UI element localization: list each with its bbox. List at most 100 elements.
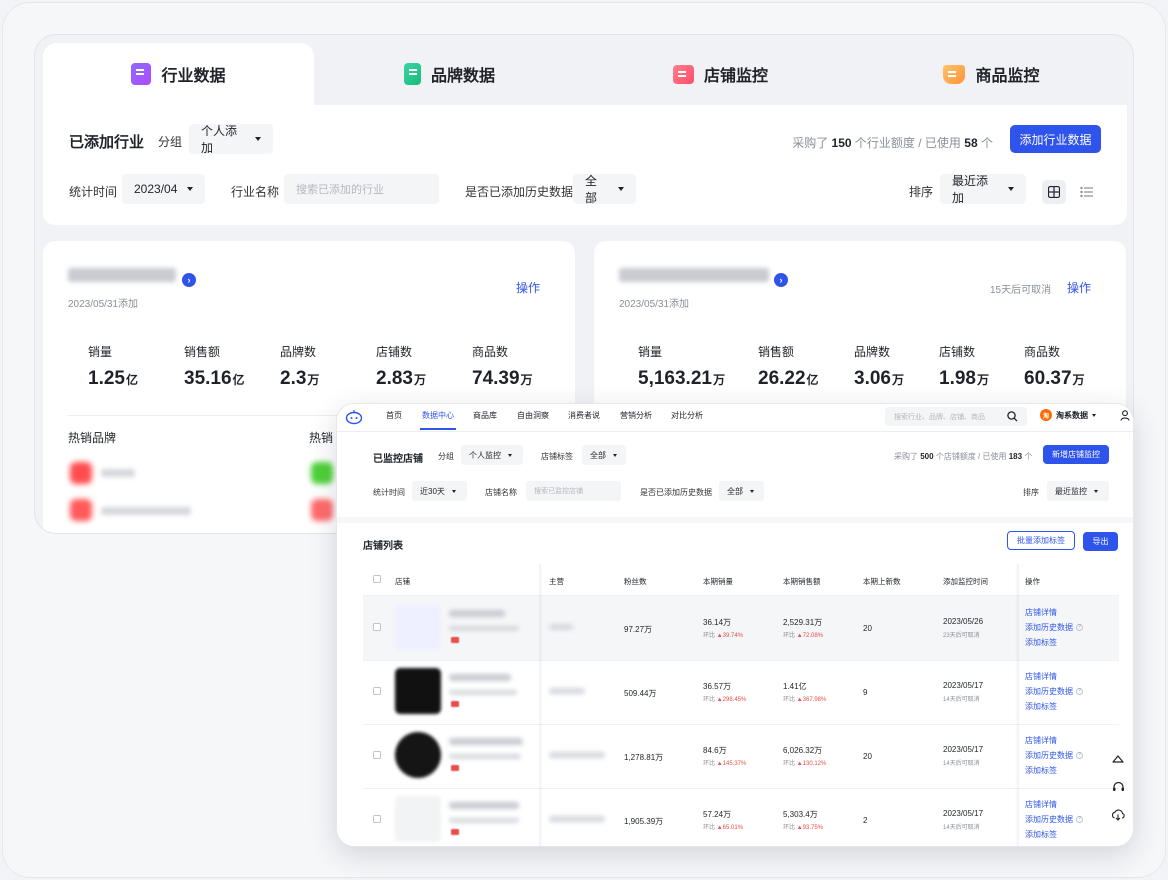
row-divider — [363, 660, 1119, 661]
store-badge-icon — [451, 765, 459, 771]
list-view-toggle[interactable] — [1074, 180, 1098, 204]
chevron-up-icon — [1112, 755, 1124, 763]
sort-select[interactable]: 最近添加 — [940, 174, 1026, 205]
quota-prefix: 采购了 — [894, 452, 918, 461]
caret-down-icon — [613, 453, 617, 457]
store-search-input[interactable]: 搜索已监控店铺 — [526, 481, 621, 501]
help-icon[interactable]: ? — [1076, 688, 1083, 696]
history-select[interactable]: 全部 — [719, 481, 764, 501]
export-button[interactable]: 导出 — [1083, 532, 1118, 551]
nav-marketing[interactable]: 营销分析 — [620, 410, 652, 421]
row-checkbox[interactable] — [373, 687, 381, 695]
tab-brand-data[interactable]: 品牌数据 — [314, 43, 585, 105]
nav-free-insight[interactable]: 自由洞察 — [517, 410, 549, 421]
sales-value: 36.57万 — [703, 682, 732, 691]
change-value: 145.37% — [722, 761, 747, 767]
revenue-value: 6,026.32万 — [783, 746, 823, 755]
new-items-value: 20 — [863, 752, 872, 761]
tab-industry-data[interactable]: 行业数据 — [43, 43, 314, 105]
search-icon[interactable] — [1007, 411, 1018, 422]
add-tag-link[interactable]: 添加标签 — [1025, 765, 1057, 776]
card-date: 2023/05/31添加 — [619, 299, 690, 310]
metric-value: 1.98万 — [939, 368, 989, 390]
quota-used: 183 — [1008, 452, 1023, 461]
metric-number: 60.37 — [1024, 368, 1072, 389]
row-checkbox[interactable] — [373, 815, 381, 823]
chevron-right-icon[interactable]: › — [774, 273, 788, 287]
add-history-link[interactable]: 添加历史数据? — [1025, 750, 1083, 761]
store-detail-link[interactable]: 店铺详情 — [1025, 799, 1057, 810]
metric-stores: 店铺数 1.98万 — [939, 343, 989, 390]
sort-select[interactable]: 最近监控 — [1047, 481, 1109, 501]
add-tag-link[interactable]: 添加标签 — [1025, 701, 1057, 712]
sort-select-value: 最近添加 — [952, 174, 989, 205]
help-icon[interactable]: ? — [1076, 816, 1083, 824]
group-select[interactable]: 个人添加 — [189, 124, 273, 155]
add-tag-link[interactable]: 添加标签 — [1025, 637, 1057, 648]
sort-select-value: 最近监控 — [1055, 486, 1087, 496]
help-icon[interactable]: ? — [1076, 752, 1083, 760]
new-items-value: 9 — [863, 688, 868, 697]
caret-down-icon — [1008, 187, 1014, 191]
card-operation-link[interactable]: 操作 — [516, 279, 540, 296]
nav-product-library[interactable]: 商品库 — [473, 410, 497, 421]
add-tag-link[interactable]: 添加标签 — [1025, 829, 1057, 840]
industry-search-input[interactable]: 搜索已添加的行业 — [284, 174, 439, 204]
scroll-top-button[interactable] — [1108, 749, 1128, 769]
revenue-change: 环比 ▲367.98% — [783, 694, 826, 703]
store-detail-link[interactable]: 店铺详情 — [1025, 735, 1057, 746]
history-select[interactable]: 全部 — [573, 174, 636, 205]
nav-consumer[interactable]: 消费者说 — [568, 410, 600, 421]
user-icon[interactable] — [1120, 410, 1130, 421]
add-history-link[interactable]: 添加历史数据? — [1025, 686, 1083, 697]
row-divider — [363, 724, 1119, 725]
col-sales: 本期销量 — [703, 577, 733, 586]
card-operation-link[interactable]: 操作 — [1067, 279, 1091, 296]
download-button[interactable] — [1108, 805, 1128, 825]
metric-unit: 万 — [1072, 373, 1085, 387]
time-select[interactable]: 2023/04 — [122, 174, 205, 204]
tab-product-monitor[interactable]: 商品监控 — [856, 43, 1127, 105]
group-select[interactable]: 个人监控 — [461, 445, 523, 465]
store-tag-label: 店铺标签 — [541, 452, 573, 461]
time-select[interactable]: 近30天 — [412, 481, 467, 501]
col-revenue: 本期销售额 — [783, 577, 821, 586]
metric-label: 销量 — [88, 345, 113, 359]
add-history-link[interactable]: 添加历史数据? — [1025, 814, 1083, 825]
global-search-input[interactable]: 搜索行业、品牌、店铺、商品 — [885, 407, 1027, 426]
revenue-change: 环比 ▲93.75% — [783, 822, 823, 831]
hot-brand-label: 热销品牌 — [68, 431, 117, 445]
add-store-monitor-button[interactable]: 新增店铺监控 — [1043, 445, 1109, 464]
store-detail-link[interactable]: 店铺详情 — [1025, 671, 1057, 682]
row-checkbox[interactable] — [373, 751, 381, 759]
sales-change: 环比 ▲65.01% — [703, 822, 743, 831]
cancel-note: 14天后可取消 — [943, 761, 980, 767]
time-select-value: 2023/04 — [134, 182, 178, 196]
row-checkbox[interactable] — [373, 623, 381, 631]
sort-label: 排序 — [1023, 488, 1039, 497]
store-tag-select[interactable]: 全部 — [582, 445, 626, 465]
customer-service-button[interactable] — [1108, 777, 1128, 797]
sales-change: 环比 ▲298.45% — [703, 694, 746, 703]
select-all-checkbox[interactable] — [373, 575, 381, 583]
add-industry-button[interactable]: 添加行业数据 — [1010, 125, 1101, 153]
metric-sales: 销量 1.25亿 — [88, 343, 138, 390]
tab-store-monitor[interactable]: 店铺监控 — [585, 43, 856, 105]
platform-name: 淘系数据 — [1056, 410, 1088, 420]
metric-value: 1.25亿 — [88, 368, 138, 390]
store-detail-link[interactable]: 店铺详情 — [1025, 607, 1057, 618]
grid-view-toggle[interactable] — [1042, 180, 1066, 204]
change-prefix: 环比 — [703, 825, 716, 831]
chevron-right-icon[interactable]: › — [182, 273, 196, 287]
nav-compare[interactable]: 对比分析 — [671, 410, 703, 421]
nav-data-center[interactable]: 数据中心 — [422, 410, 454, 421]
batch-add-tag-button[interactable]: 批量添加标签 — [1007, 531, 1075, 550]
tab-label: 品牌数据 — [430, 68, 495, 85]
platform-switcher[interactable]: 淘 淘系数据 — [1040, 409, 1096, 421]
app-logo-icon[interactable] — [345, 409, 363, 425]
nav-home[interactable]: 首页 — [386, 410, 402, 421]
cloud-download-icon — [1111, 809, 1125, 821]
help-icon[interactable]: ? — [1076, 624, 1083, 632]
metric-value: 26.22亿 — [758, 368, 819, 390]
add-history-link[interactable]: 添加历史数据? — [1025, 622, 1083, 633]
